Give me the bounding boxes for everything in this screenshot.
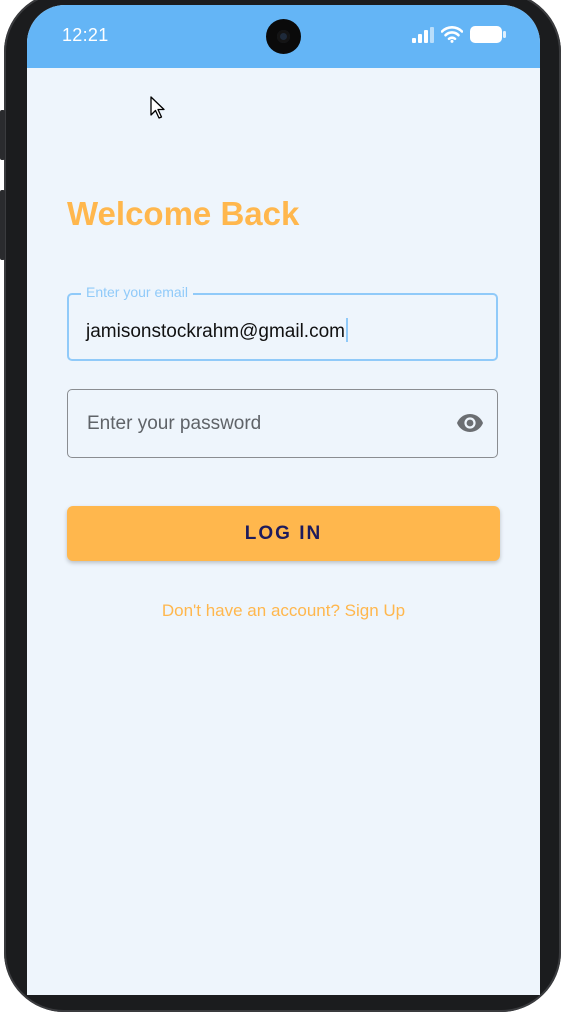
text-caret <box>345 318 348 342</box>
email-field-label: Enter your email <box>81 284 193 300</box>
password-field[interactable]: Enter your password <box>67 389 498 458</box>
app-screen: 12:21 Welcome Back Enter your email jami… <box>27 5 540 995</box>
wifi-icon <box>441 26 463 43</box>
email-input[interactable]: jamisonstockrahm@gmail.com <box>86 318 348 343</box>
battery-icon <box>470 26 506 43</box>
side-button <box>0 190 5 260</box>
status-icons <box>412 26 506 43</box>
status-bar: 12:21 <box>27 5 540 68</box>
signup-link[interactable]: Don't have an account? Sign Up <box>27 601 540 621</box>
side-button <box>0 110 5 160</box>
login-button[interactable]: LOG IN <box>67 506 500 561</box>
page-title: Welcome Back <box>67 195 300 232</box>
eye-icon[interactable] <box>456 413 484 433</box>
email-field[interactable]: Enter your email jamisonstockrahm@gmail.… <box>67 284 498 361</box>
front-camera <box>266 19 301 54</box>
device: 12:21 Welcome Back Enter your email jami… <box>0 0 567 1012</box>
password-input[interactable]: Enter your password <box>87 413 261 435</box>
status-time: 12:21 <box>62 25 109 45</box>
email-value: jamisonstockrahm@gmail.com <box>86 321 345 342</box>
mouse-pointer-icon <box>150 96 165 119</box>
signal-icon <box>412 26 434 43</box>
